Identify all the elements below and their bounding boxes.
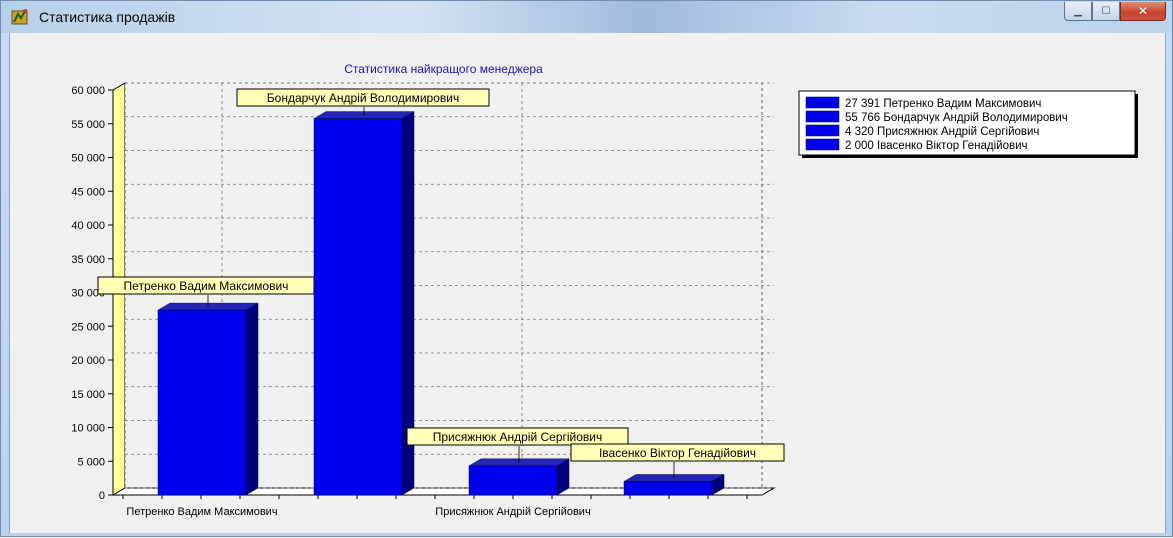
legend-item-label: 4 320 Присяжнюк Андрій Сергійович bbox=[845, 126, 1039, 138]
y-tick-label: 60 000 bbox=[71, 85, 105, 97]
bar-label: Петренко Вадим Максимович bbox=[124, 279, 289, 293]
y-tick-label: 40 000 bbox=[71, 220, 105, 232]
close-button[interactable]: ✕ bbox=[1120, 2, 1166, 21]
y-tick-label: 5 000 bbox=[77, 456, 105, 468]
bar-label: Присяжнюк Андрій Сергійович bbox=[433, 430, 603, 444]
bar bbox=[157, 309, 247, 496]
y-tick-label: 25 000 bbox=[71, 321, 105, 333]
maximize-icon: ☐ bbox=[1101, 5, 1111, 17]
bar-side bbox=[245, 302, 259, 496]
maximize-button[interactable]: ☐ bbox=[1092, 2, 1120, 21]
y-tick-label: 50 000 bbox=[71, 153, 105, 165]
app-icon bbox=[11, 9, 28, 25]
window-title: Статистика продажів bbox=[39, 9, 176, 25]
legend-item-label: 55 766 Бондарчук Андрій Володимирович bbox=[845, 112, 1068, 124]
legend-swatch bbox=[805, 110, 840, 123]
bar-label: Івасенко Віктор Генадійович bbox=[599, 446, 756, 460]
y-tick-label: 55 000 bbox=[71, 119, 105, 131]
app-window: Статистика продажів ▁ ☐ ✕ Статистика най… bbox=[0, 0, 1173, 537]
x-tick-label: Присяжнюк Андрій Сергійович bbox=[435, 506, 590, 518]
legend-item-label: 2 000 Івасенко Віктор Генадійович bbox=[845, 140, 1028, 152]
legend-swatch bbox=[805, 124, 840, 137]
x-tick-label: Петренко Вадим Максимович bbox=[126, 506, 277, 518]
y-tick-label: 15 000 bbox=[71, 389, 105, 401]
y-tick-label: 45 000 bbox=[71, 186, 105, 198]
sales-chart: Статистика найкращого менеджера 0 5 000 10 … bbox=[71, 62, 1138, 518]
bar bbox=[313, 118, 403, 496]
y-tick-label: 10 000 bbox=[71, 423, 105, 435]
chart-title: Статистика найкращого менеджера bbox=[344, 62, 543, 76]
legend-swatch bbox=[805, 96, 840, 109]
bar bbox=[623, 481, 713, 496]
bar-label: Бондарчук Андрій Володимирович bbox=[267, 91, 459, 105]
y-tick-label: 35 000 bbox=[71, 254, 105, 266]
y-tick-label: 0 bbox=[99, 490, 105, 502]
y-tick-label: 20 000 bbox=[71, 355, 105, 367]
title-bar[interactable]: Статистика продажів ▁ ☐ ✕ bbox=[1, 1, 1172, 33]
legend-swatch bbox=[805, 138, 840, 151]
minimize-button[interactable]: ▁ bbox=[1064, 2, 1092, 21]
chart-panel: Статистика найкращого менеджера 0 5 000 10 … bbox=[9, 33, 1166, 533]
close-icon: ✕ bbox=[1137, 4, 1149, 18]
caption-buttons: ▁ ☐ ✕ bbox=[1064, 2, 1166, 22]
legend-item-label: 27 391 Петренко Вадим Максимович bbox=[845, 98, 1041, 110]
minimize-icon: ▁ bbox=[1074, 5, 1082, 17]
bar bbox=[468, 465, 558, 496]
